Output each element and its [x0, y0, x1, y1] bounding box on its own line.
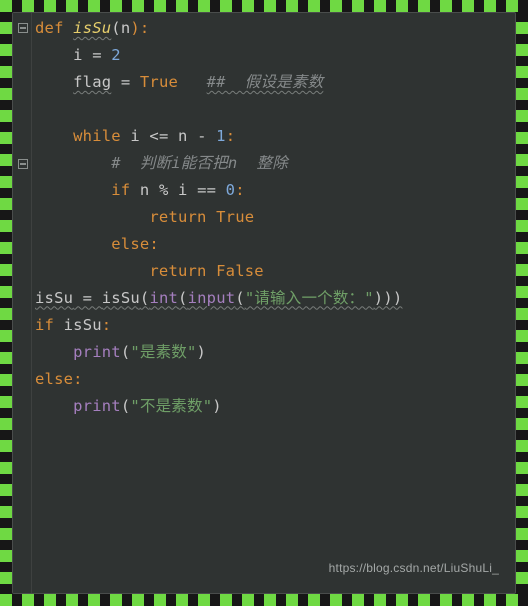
- watermark-url: https://blog.csdn.net/LiuShuLi_: [329, 558, 499, 579]
- builtin-print: print: [73, 397, 121, 415]
- assign: =: [111, 73, 140, 91]
- if-cond-a: n % i ==: [130, 181, 225, 199]
- false-literal: False: [216, 262, 264, 280]
- colon: :: [149, 235, 159, 253]
- number-2: 2: [111, 46, 121, 64]
- editor-gutter: [13, 13, 32, 593]
- dashed-frame: def isSu(n): i = 2 flag = True ## 假设是素数 …: [0, 0, 528, 606]
- indent: [35, 208, 149, 226]
- paren-open: (: [121, 397, 131, 415]
- paren-open: (: [235, 289, 245, 307]
- builtin-input: input: [188, 289, 236, 307]
- code-area: def isSu(n): i = 2 flag = True ## 假设是素数 …: [35, 15, 509, 420]
- paren-close: ): [212, 397, 222, 415]
- string-not-prime: "不是素数": [130, 397, 212, 415]
- keyword-while: while: [73, 127, 121, 145]
- number-1: 1: [216, 127, 226, 145]
- indent: [35, 46, 73, 64]
- builtin-print: print: [73, 343, 121, 361]
- colon: :: [102, 316, 112, 334]
- keyword-if: if: [35, 316, 54, 334]
- true-literal: True: [216, 208, 254, 226]
- string-prompt: "请输入一个数：": [245, 289, 374, 307]
- indent: [35, 127, 73, 145]
- close-colon: ):: [130, 19, 149, 37]
- space: [207, 208, 217, 226]
- indent: [35, 154, 111, 172]
- colon: :: [226, 127, 236, 145]
- spacer: [178, 73, 207, 91]
- function-name: isSu: [73, 19, 111, 37]
- paren-open: (: [178, 289, 188, 307]
- indent: [35, 73, 73, 91]
- var-isSu: isSu: [64, 316, 102, 334]
- call-isSu: isSu: [102, 289, 140, 307]
- paren-close: ))): [374, 289, 403, 307]
- while-cond-a: i <= n -: [121, 127, 216, 145]
- assign: =: [83, 46, 112, 64]
- paren-open: (: [140, 289, 150, 307]
- keyword-return: return: [149, 208, 206, 226]
- var-isSu: isSu: [35, 289, 73, 307]
- param-n: n: [121, 19, 131, 37]
- keyword-else: else: [35, 370, 73, 388]
- assign: =: [73, 289, 102, 307]
- space: [54, 316, 64, 334]
- indent: [35, 397, 73, 415]
- var-flag: flag: [73, 73, 111, 91]
- fold-icon[interactable]: [18, 23, 28, 33]
- source-code: def isSu(n): i = 2 flag = True ## 假设是素数 …: [35, 15, 509, 420]
- string-prime: "是素数": [130, 343, 196, 361]
- space: [207, 262, 217, 280]
- paren-open: (: [121, 343, 131, 361]
- indent: [35, 235, 111, 253]
- paren-open: (: [111, 19, 121, 37]
- indent: [35, 343, 73, 361]
- comment: # 判断i能否把n 整除: [111, 154, 288, 172]
- var-i: i: [73, 46, 83, 64]
- colon: :: [73, 370, 83, 388]
- keyword-def: def: [35, 19, 64, 37]
- code-editor: def isSu(n): i = 2 flag = True ## 假设是素数 …: [12, 12, 516, 594]
- indent: [35, 181, 111, 199]
- builtin-int: int: [149, 289, 178, 307]
- true-literal: True: [140, 73, 178, 91]
- keyword-return: return: [149, 262, 206, 280]
- paren-close: ): [197, 343, 207, 361]
- comment: ## 假设是素数: [207, 73, 324, 91]
- fold-icon[interactable]: [18, 159, 28, 169]
- number-0: 0: [226, 181, 236, 199]
- indent: [35, 262, 149, 280]
- colon: :: [235, 181, 245, 199]
- keyword-if: if: [111, 181, 130, 199]
- keyword-else: else: [111, 235, 149, 253]
